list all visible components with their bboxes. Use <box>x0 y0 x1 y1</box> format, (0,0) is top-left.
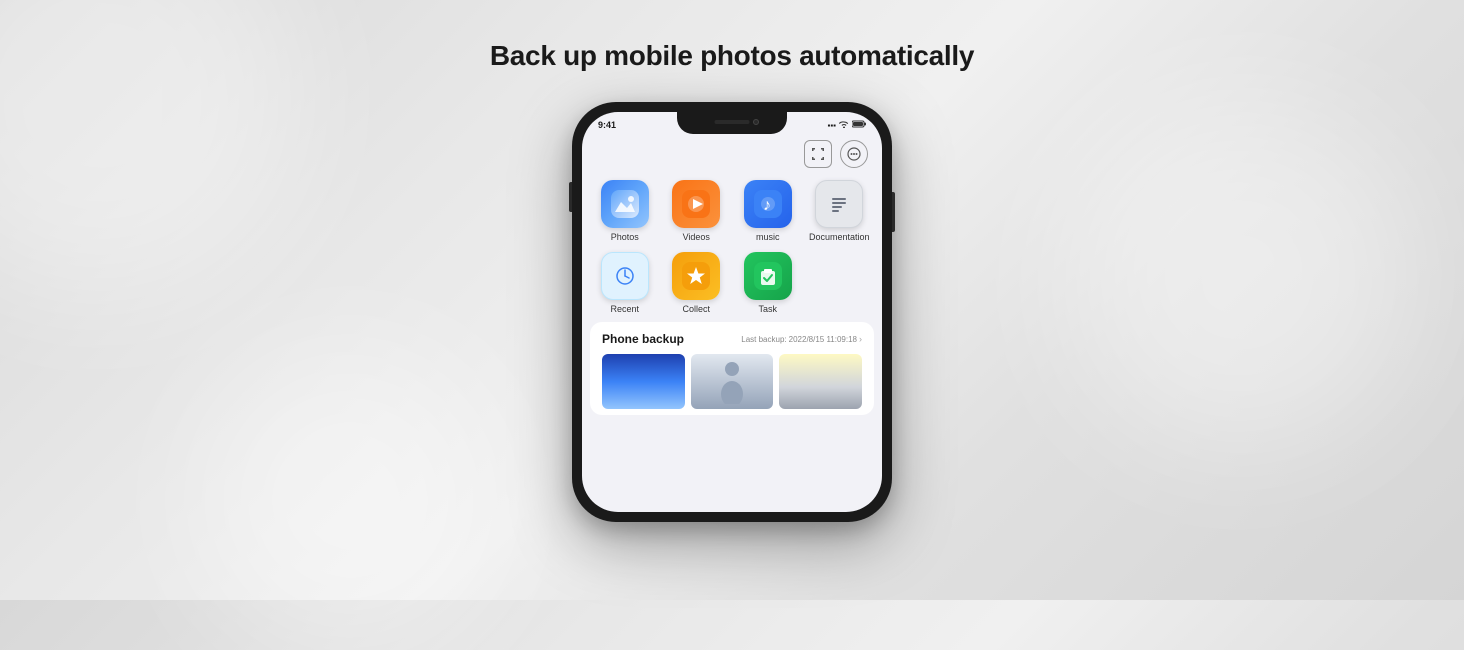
status-icons: ▪▪▪ <box>827 120 866 130</box>
top-icons-row <box>582 136 882 172</box>
app-label-photos: Photos <box>611 232 639 242</box>
app-item-task[interactable]: Task <box>737 252 799 314</box>
app-icon-videos <box>672 180 720 228</box>
app-label-collect: Collect <box>682 304 710 314</box>
signal-icon: ▪▪▪ <box>827 121 836 130</box>
backup-photos <box>602 354 862 409</box>
app-item-videos[interactable]: Videos <box>666 180 728 242</box>
backup-photo-1 <box>602 354 685 409</box>
wifi-icon <box>839 120 849 130</box>
app-icon-task <box>744 252 792 300</box>
app-label-music: music <box>756 232 780 242</box>
backup-photo-2 <box>691 354 774 409</box>
app-item-recent[interactable]: Recent <box>594 252 656 314</box>
battery-icon <box>852 120 866 130</box>
app-label-videos: Videos <box>683 232 710 242</box>
app-icon-music: ♪ <box>744 180 792 228</box>
app-label-recent: Recent <box>610 304 639 314</box>
page-title: Back up mobile photos automatically <box>490 40 974 72</box>
chevron-right-icon: › <box>859 334 862 344</box>
chat-button[interactable] <box>840 140 868 168</box>
last-backup-time: 2022/8/15 11:09:18 <box>789 335 857 344</box>
app-label-task: Task <box>758 304 777 314</box>
phone-notch <box>677 112 787 134</box>
app-item-docs[interactable]: Documentation <box>809 180 871 242</box>
phone-frame: 9:41 ▪▪▪ <box>572 102 892 522</box>
camera-dot <box>753 119 759 125</box>
app-icon-recent <box>601 252 649 300</box>
scan-button[interactable] <box>804 140 832 168</box>
backup-title: Phone backup <box>602 332 684 346</box>
app-icon-photos <box>601 180 649 228</box>
app-icon-collect <box>672 252 720 300</box>
status-time-left: 9:41 <box>598 120 616 130</box>
phone-mockup: 9:41 ▪▪▪ <box>572 102 892 522</box>
app-label-docs: Documentation <box>809 232 870 242</box>
app-item-collect[interactable]: Collect <box>666 252 728 314</box>
svg-text:♪: ♪ <box>763 197 771 214</box>
bg-decoration-2 <box>1064 100 1414 450</box>
bg-decoration-1 <box>0 0 300 300</box>
speaker-bar <box>715 120 750 124</box>
backup-header: Phone backup Last backup: 2022/8/15 11:0… <box>602 332 862 346</box>
bg-decoration-3 <box>200 350 500 650</box>
app-icon-docs <box>815 180 863 228</box>
backup-photo-3 <box>779 354 862 409</box>
phone-screen: 9:41 ▪▪▪ <box>582 112 882 512</box>
backup-meta: Last backup: 2022/8/15 11:09:18 › <box>741 334 862 344</box>
app-item-photos[interactable]: Photos <box>594 180 656 242</box>
backup-section: Phone backup Last backup: 2022/8/15 11:0… <box>590 322 874 415</box>
app-item-music[interactable]: ♪ music <box>737 180 799 242</box>
app-grid: Photos Videos <box>582 172 882 322</box>
last-backup-label: Last backup: <box>741 335 786 344</box>
